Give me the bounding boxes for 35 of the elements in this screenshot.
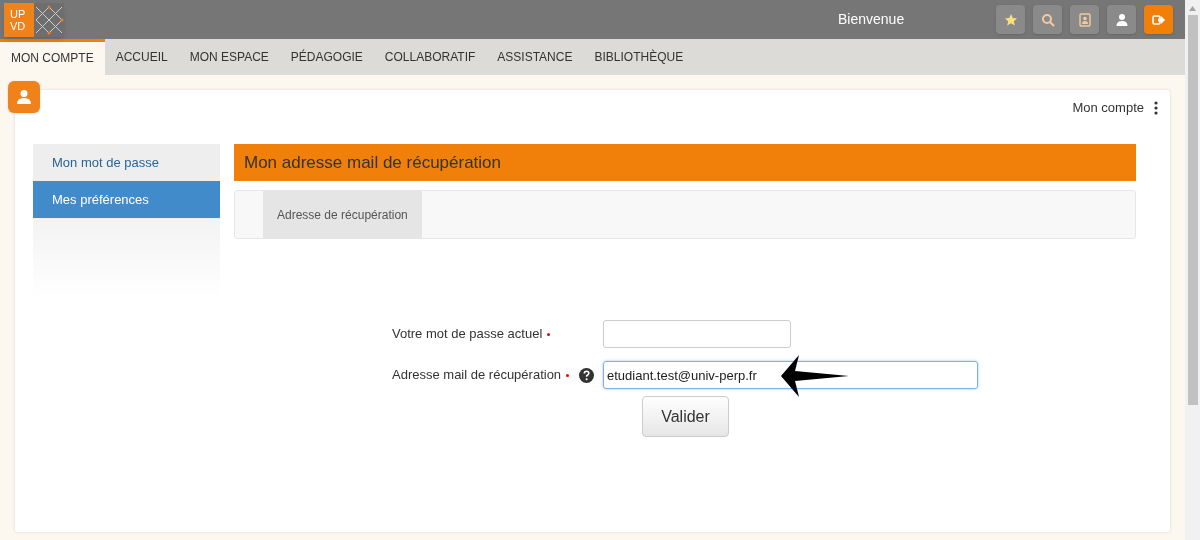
sub-tab[interactable]: Adresse de récupération xyxy=(263,191,422,238)
nav-tab[interactable]: ACCUEIL xyxy=(104,39,179,75)
toolbar-button[interactable] xyxy=(1070,5,1099,34)
nav-tab[interactable]: BIBLIOTHÈQUE xyxy=(583,39,695,75)
nav-tab[interactable]: ASSISTANCE xyxy=(486,39,584,75)
panel-title: Mon adresse mail de récupération xyxy=(234,144,1136,181)
scrollbar[interactable] xyxy=(1185,0,1200,540)
logo-text: UP xyxy=(10,7,27,20)
contact-book-icon xyxy=(1077,12,1092,27)
user-icon xyxy=(1114,12,1129,27)
help-icon[interactable] xyxy=(579,367,595,383)
page-title: Mon compte xyxy=(1072,99,1144,118)
toolbar-button[interactable] xyxy=(1033,5,1062,34)
sidebar-item[interactable]: Mes préférences xyxy=(33,181,220,218)
field-label: Adresse mail de récupération xyxy=(392,366,562,385)
more-icon[interactable] xyxy=(1154,101,1158,115)
logo-text: VD xyxy=(10,19,27,32)
welcome-text: Bienvenue xyxy=(838,10,905,29)
nav-tab[interactable]: MON ESPACE xyxy=(178,39,280,75)
nav-tab[interactable]: COLLABORATIF xyxy=(373,39,487,75)
toolbar-button[interactable] xyxy=(1107,5,1136,34)
star-icon xyxy=(1003,12,1018,27)
toolbar-button[interactable] xyxy=(996,5,1025,34)
logout-icon xyxy=(1151,12,1166,27)
search-icon xyxy=(1040,12,1055,27)
nav-tab[interactable]: MON COMPTE xyxy=(0,39,105,75)
scroll-up-icon[interactable] xyxy=(1188,4,1197,13)
input-field[interactable]: etudiant.test@univ-perp.fr xyxy=(603,361,978,389)
nav-tab[interactable]: PÉDAGOGIE xyxy=(279,39,374,75)
field-label: Votre mot de passe actuel xyxy=(392,325,543,344)
user-icon xyxy=(16,89,32,105)
sidebar-item[interactable]: Mon mot de passe xyxy=(33,144,220,181)
input-field[interactable] xyxy=(603,320,791,348)
submit-button[interactable]: Valider xyxy=(642,396,729,437)
toolbar-button[interactable] xyxy=(1144,5,1173,34)
